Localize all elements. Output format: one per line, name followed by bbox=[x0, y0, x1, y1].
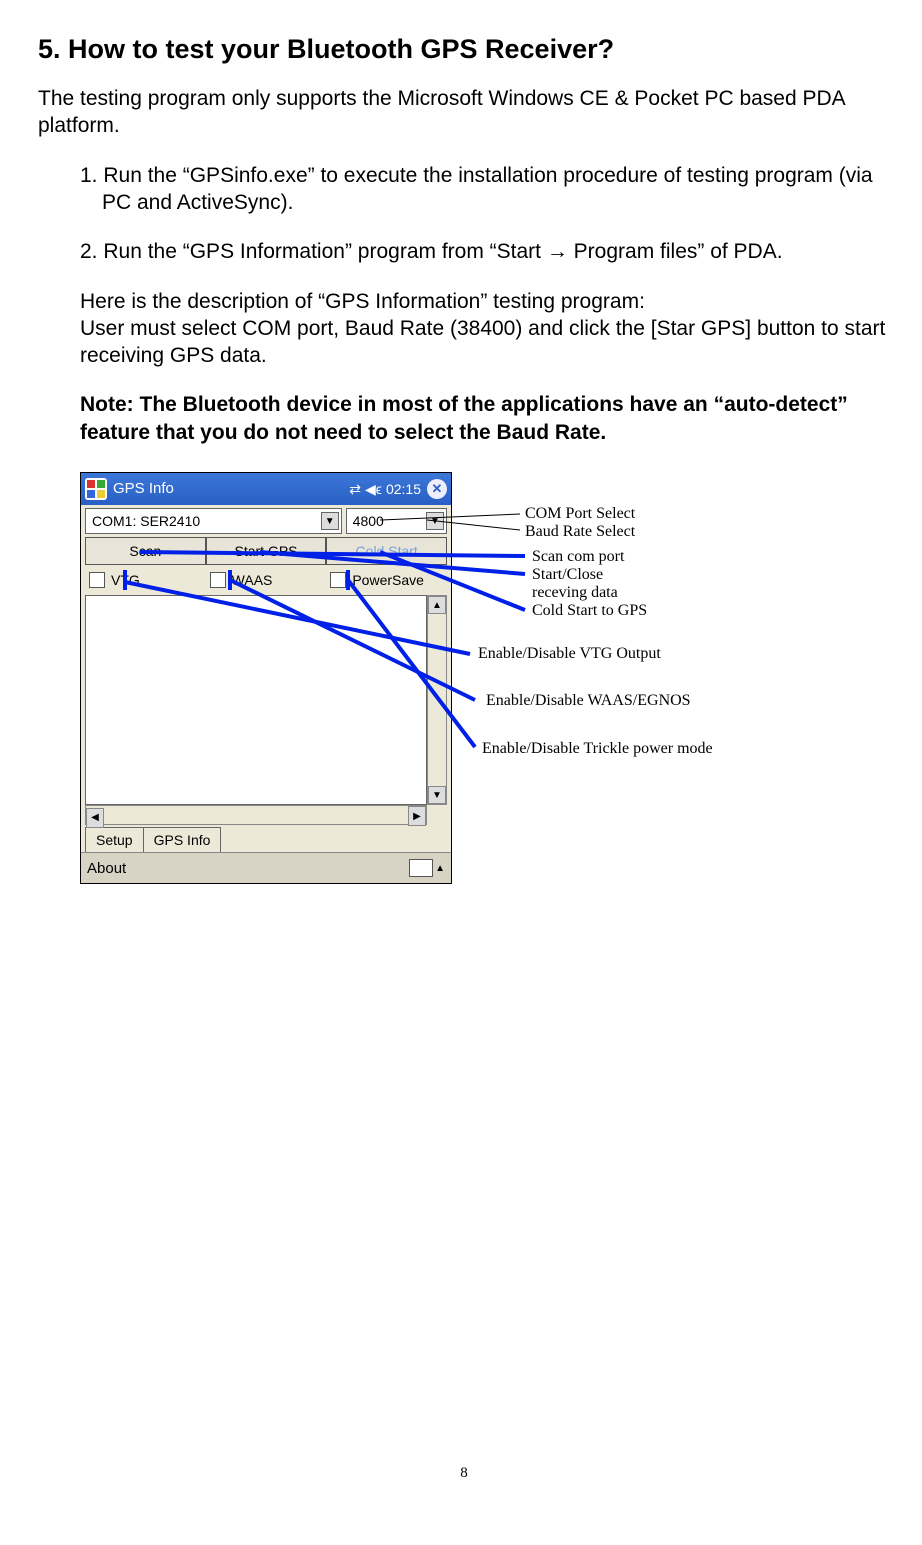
com-port-value: COM1: SER2410 bbox=[92, 512, 200, 530]
horizontal-scrollbar[interactable]: ◀ ▶ bbox=[85, 805, 427, 825]
annot-start: Start/Close receving data bbox=[532, 566, 652, 601]
description-line-2: User must select COM port, Baud Rate (38… bbox=[80, 315, 890, 370]
connectivity-icon: ⇄ bbox=[349, 480, 361, 498]
annot-cold: Cold Start to GPS bbox=[532, 602, 647, 620]
note-paragraph: Note: The Bluetooth device in most of th… bbox=[80, 391, 890, 446]
chevron-down-icon: ▼ bbox=[321, 512, 339, 530]
tab-setup[interactable]: Setup bbox=[85, 827, 144, 852]
output-area: ▲ ▼ ◀ ▶ bbox=[85, 595, 447, 825]
keyboard-icon bbox=[409, 859, 433, 877]
annot-baud: Baud Rate Select bbox=[525, 523, 635, 541]
about-button[interactable]: About bbox=[87, 859, 126, 879]
vtg-checkbox[interactable] bbox=[89, 572, 105, 588]
pda-window: GPS Info ⇄ ◀ϵ 02:15 ✕ COM1: SER2410 ▼ 48… bbox=[80, 472, 452, 884]
screenshot-figure: GPS Info ⇄ ◀ϵ 02:15 ✕ COM1: SER2410 ▼ 48… bbox=[80, 472, 890, 884]
section-heading: 5. How to test your Bluetooth GPS Receiv… bbox=[38, 32, 890, 67]
scroll-down-icon[interactable]: ▼ bbox=[428, 786, 446, 804]
annot-vtg: Enable/Disable VTG Output bbox=[478, 645, 661, 663]
description-line-1: Here is the description of “GPS Informat… bbox=[80, 288, 890, 315]
step-1: 1. Run the “GPSinfo.exe” to execute the … bbox=[80, 162, 890, 217]
scroll-right-icon[interactable]: ▶ bbox=[408, 806, 426, 826]
bottom-bar: About ▲ bbox=[81, 852, 451, 883]
baud-rate-select[interactable]: 4800 ▼ bbox=[346, 508, 447, 534]
speaker-icon: ◀ϵ bbox=[365, 480, 382, 498]
start-gps-button[interactable]: Start GPS bbox=[206, 537, 327, 565]
baud-rate-value: 4800 bbox=[353, 512, 384, 530]
waas-checkbox[interactable] bbox=[210, 572, 226, 588]
output-textarea[interactable] bbox=[85, 595, 427, 805]
keyboard-button[interactable]: ▲ bbox=[409, 859, 445, 877]
scan-button[interactable]: Scan bbox=[85, 537, 206, 565]
waas-label: WAAS bbox=[232, 571, 273, 589]
chevron-up-icon: ▲ bbox=[435, 862, 445, 875]
app-title: GPS Info bbox=[113, 479, 174, 499]
tab-gps-info[interactable]: GPS Info bbox=[144, 827, 222, 852]
step-2: 2. Run the “GPS Information” program fro… bbox=[80, 238, 890, 265]
annot-scan: Scan com port bbox=[532, 548, 624, 566]
clock-text: 02:15 bbox=[386, 480, 421, 498]
powersave-checkbox-cell[interactable]: PowerSave bbox=[326, 567, 447, 593]
vtg-checkbox-cell[interactable]: VTG bbox=[85, 567, 206, 593]
annot-powersave: Enable/Disable Trickle power mode bbox=[482, 740, 713, 758]
vtg-label: VTG bbox=[111, 571, 140, 589]
scroll-left-icon[interactable]: ◀ bbox=[86, 808, 104, 828]
title-bar: GPS Info ⇄ ◀ϵ 02:15 ✕ bbox=[81, 473, 451, 505]
vertical-scrollbar[interactable]: ▲ ▼ bbox=[427, 595, 447, 805]
powersave-label: PowerSave bbox=[352, 571, 424, 589]
page-number: 8 bbox=[38, 1464, 890, 1484]
annot-waas: Enable/Disable WAAS/EGNOS bbox=[486, 692, 691, 710]
status-icons: ⇄ ◀ϵ 02:15 bbox=[349, 480, 421, 498]
waas-checkbox-cell[interactable]: WAAS bbox=[206, 567, 327, 593]
close-icon[interactable]: ✕ bbox=[427, 479, 447, 499]
scroll-up-icon[interactable]: ▲ bbox=[428, 596, 446, 614]
powersave-checkbox[interactable] bbox=[330, 572, 346, 588]
windows-flag-icon bbox=[85, 478, 107, 500]
annot-com-port: COM Port Select bbox=[525, 505, 635, 523]
com-port-select[interactable]: COM1: SER2410 ▼ bbox=[85, 508, 342, 534]
intro-paragraph: The testing program only supports the Mi… bbox=[38, 85, 890, 140]
cold-start-button[interactable]: Cold Start bbox=[326, 537, 447, 565]
chevron-down-icon: ▼ bbox=[426, 512, 444, 530]
